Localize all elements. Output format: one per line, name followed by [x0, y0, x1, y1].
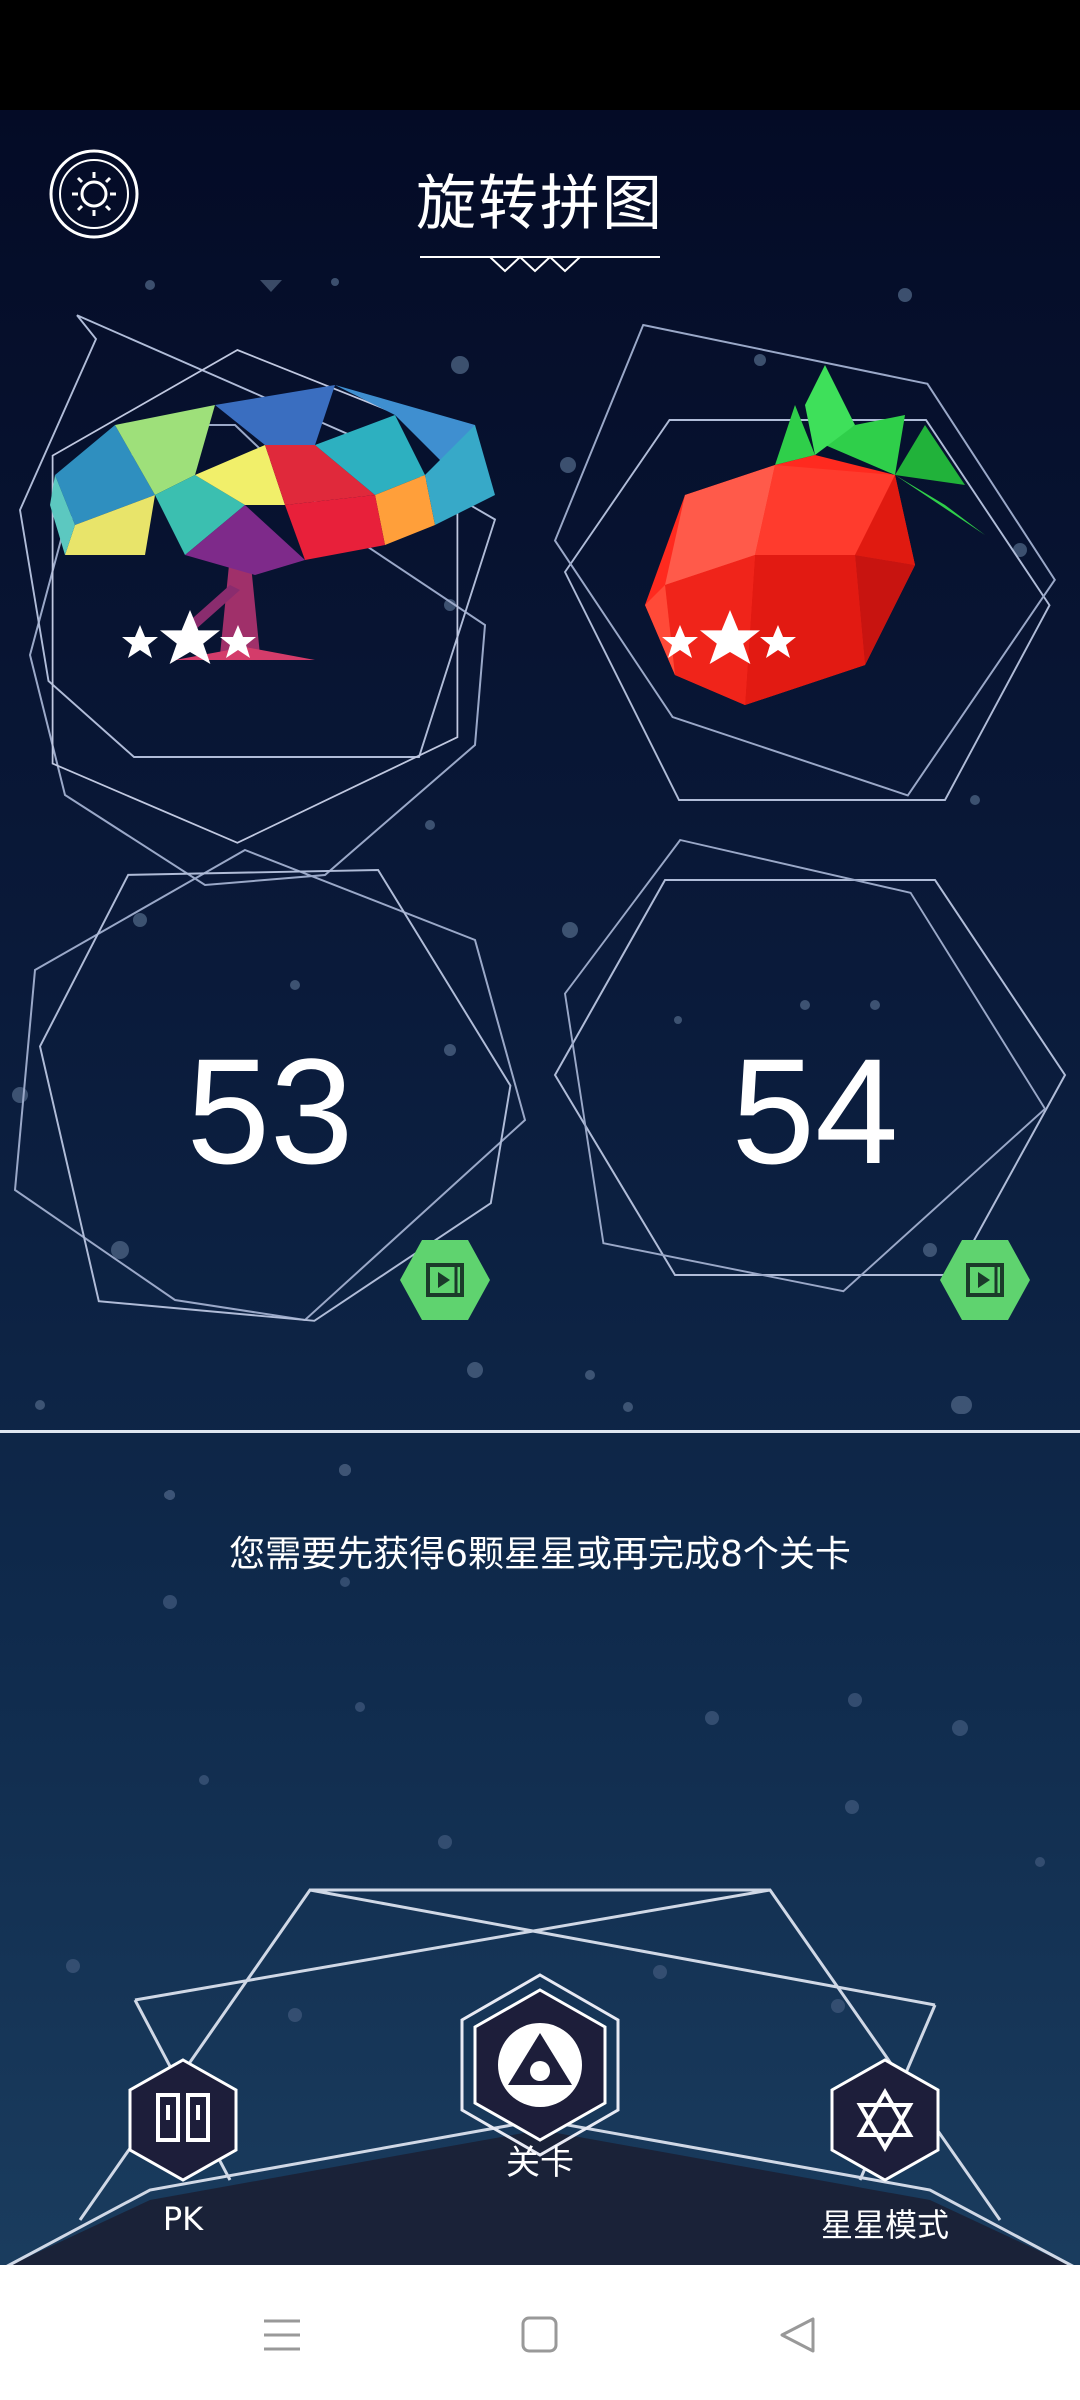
game-screen: 旋转拼图 53 54 您需要先获得6颗星星或再完成8个关卡 PK 关卡 星星模式 [0, 0, 1080, 2400]
level-card-53[interactable]: 53 [13, 848, 527, 1365]
watch-ad-badge[interactable] [940, 1240, 1030, 1320]
level-card-strawberry[interactable] [553, 323, 1065, 825]
game-area: 旋转拼图 53 54 您需要先获得6颗星星或再完成8个关卡 PK 关卡 星星模式 [0, 110, 1080, 2272]
video-ad-icon [940, 1240, 1030, 1320]
level-number: 53 [186, 1027, 354, 1195]
levels-button[interactable] [450, 1973, 630, 2157]
system-nav-bar [0, 2265, 1080, 2400]
decor-triangle [260, 280, 282, 292]
page-title: 旋转拼图 [416, 169, 664, 239]
title-underline [420, 255, 660, 273]
star-of-david-icon [830, 2058, 940, 2182]
menu-icon[interactable] [262, 2315, 302, 2355]
back-icon[interactable] [778, 2315, 818, 2355]
pk-icon [128, 2058, 238, 2182]
level-card-tree[interactable] [15, 314, 525, 887]
pk-button[interactable] [128, 2058, 238, 2182]
stars-icon [662, 610, 796, 664]
levels-icon [460, 1973, 620, 2157]
star-mode-label: 星星模式 [820, 2206, 949, 2244]
level-card-54[interactable]: 54 [553, 838, 1067, 1365]
settings-button[interactable] [48, 148, 140, 240]
level-number: 54 [731, 1027, 899, 1195]
levels-label: 关卡 [506, 2143, 574, 2183]
gear-icon [49, 149, 139, 239]
video-ad-icon [400, 1240, 490, 1320]
stars-icon [122, 610, 256, 664]
home-icon[interactable] [520, 2315, 560, 2355]
unlock-message: 您需要先获得6颗星星或再完成8个关卡 [229, 1534, 851, 1575]
star-rating [660, 610, 796, 684]
star-rating [120, 610, 256, 684]
watch-ad-badge[interactable] [400, 1240, 490, 1320]
star-mode-button[interactable] [830, 2058, 940, 2182]
pk-label: PK [162, 2200, 204, 2238]
section-divider [0, 1430, 1080, 1433]
status-bar [0, 0, 1080, 110]
